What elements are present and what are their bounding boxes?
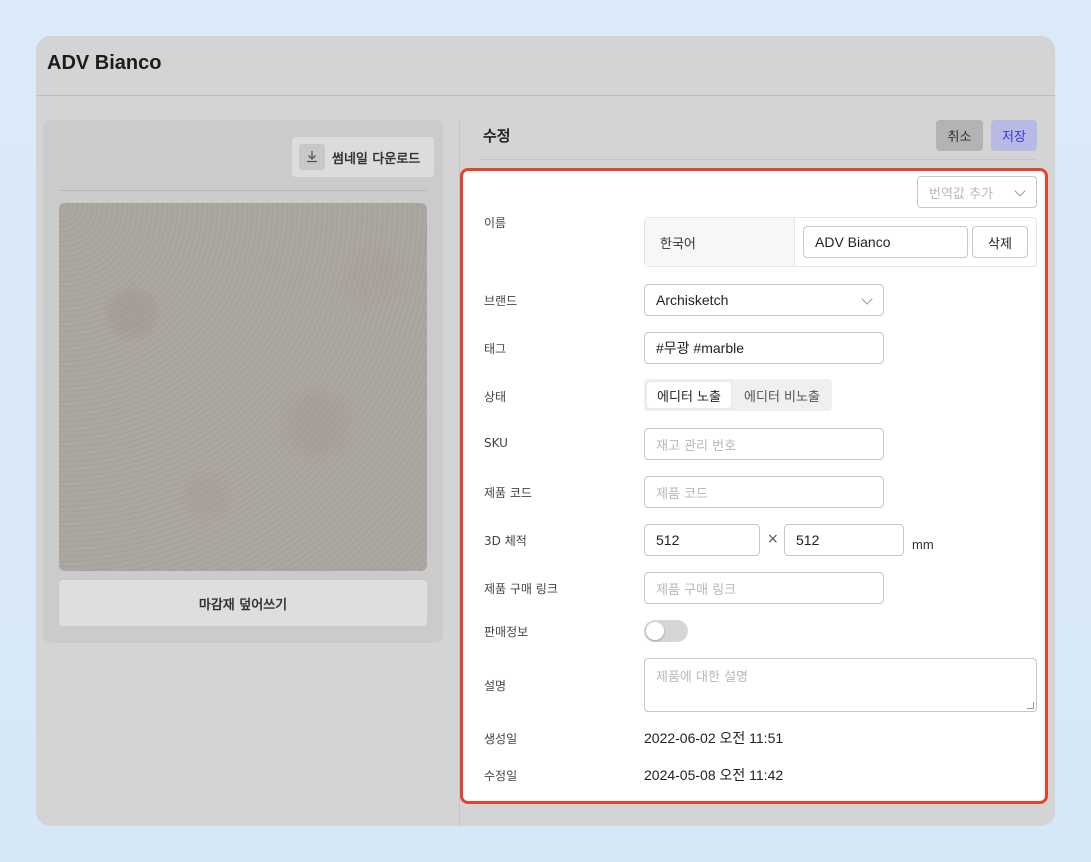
window-title: ADV Bianco [47, 52, 162, 74]
purchase-link-input[interactable]: 제품 구매 링크 [644, 572, 884, 604]
toggle-knob [646, 622, 664, 640]
tags-label: 태그 [484, 342, 507, 356]
name-label: 이름 [484, 216, 507, 230]
overwrite-material-button[interactable]: 마감재 덮어쓰기 [59, 580, 427, 626]
volume-3d-label: 3D 체적 [484, 534, 527, 548]
preview-divider [59, 190, 427, 191]
brand-label: 브랜드 [484, 294, 518, 308]
chevron-down-icon [1014, 185, 1026, 197]
volume-height-input[interactable]: 512 [784, 524, 904, 556]
download-icon [299, 144, 325, 170]
name-input[interactable]: ADV Bianco [803, 226, 968, 258]
resize-handle-icon[interactable] [1027, 702, 1034, 709]
description-placeholder: 제품에 대한 설명 [656, 670, 748, 685]
multiply-sign: × [767, 531, 779, 547]
sku-placeholder: 재고 관리 번호 [656, 438, 737, 454]
modified-label: 수정일 [484, 769, 518, 783]
language-label: 한국어 [645, 218, 795, 266]
volume-width-input[interactable]: 512 [644, 524, 760, 556]
product-code-placeholder: 제품 코드 [656, 486, 708, 502]
preview-panel: 썸네일 다운로드 마감재 덮어쓰기 [43, 120, 443, 643]
save-button[interactable]: 저장 [991, 120, 1037, 151]
edit-title: 수정 [483, 127, 511, 145]
status-option-hidden[interactable]: 에디터 비노출 [734, 382, 830, 408]
translation-select[interactable]: 번역값 추가 [917, 176, 1037, 208]
delete-button[interactable]: 삭제 [972, 226, 1028, 258]
edit-form: 번역값 추가 이름 한국어 ADV Bianco 삭제 브랜드 Archiske… [460, 168, 1048, 804]
created-label: 생성일 [484, 732, 518, 746]
status-segmented-control: 에디터 노출 에디터 비노출 [644, 379, 832, 411]
material-window: ADV Bianco 썸네일 다운로드 마감재 덮어쓰기 수정 취소 저장 번역… [36, 36, 1055, 826]
tags-input[interactable]: #무광 #marble [644, 332, 884, 364]
cancel-button[interactable]: 취소 [936, 120, 983, 151]
brand-value: Archisketch [656, 292, 729, 308]
description-label: 설명 [484, 679, 507, 693]
sales-info-label: 판매정보 [484, 625, 529, 639]
download-thumbnail-button[interactable]: 썸네일 다운로드 [292, 137, 434, 177]
unit-label: mm [912, 537, 934, 552]
chevron-down-icon [861, 293, 873, 305]
name-translation-row: 한국어 ADV Bianco 삭제 [644, 217, 1037, 267]
sku-input[interactable]: 재고 관리 번호 [644, 428, 884, 460]
translation-select-placeholder: 번역값 추가 [929, 186, 993, 202]
description-textarea[interactable]: 제품에 대한 설명 [644, 658, 1037, 712]
title-divider [36, 95, 1055, 96]
status-label: 상태 [484, 390, 507, 404]
purchase-link-placeholder: 제품 구매 링크 [656, 582, 737, 598]
sales-info-toggle[interactable] [644, 620, 688, 642]
created-date: 2022-06-02 오전 11:51 [644, 730, 784, 746]
modified-date: 2024-05-08 오전 11:42 [644, 767, 784, 783]
material-texture-preview [59, 203, 427, 571]
sku-label: SKU [484, 436, 508, 450]
edit-divider [479, 159, 1035, 160]
brand-select[interactable]: Archisketch [644, 284, 884, 316]
product-code-label: 제품 코드 [484, 486, 532, 500]
purchase-link-label: 제품 구매 링크 [484, 582, 558, 596]
download-thumbnail-label: 썸네일 다운로드 [332, 151, 421, 167]
status-option-visible[interactable]: 에디터 노출 [647, 382, 731, 408]
product-code-input[interactable]: 제품 코드 [644, 476, 884, 508]
